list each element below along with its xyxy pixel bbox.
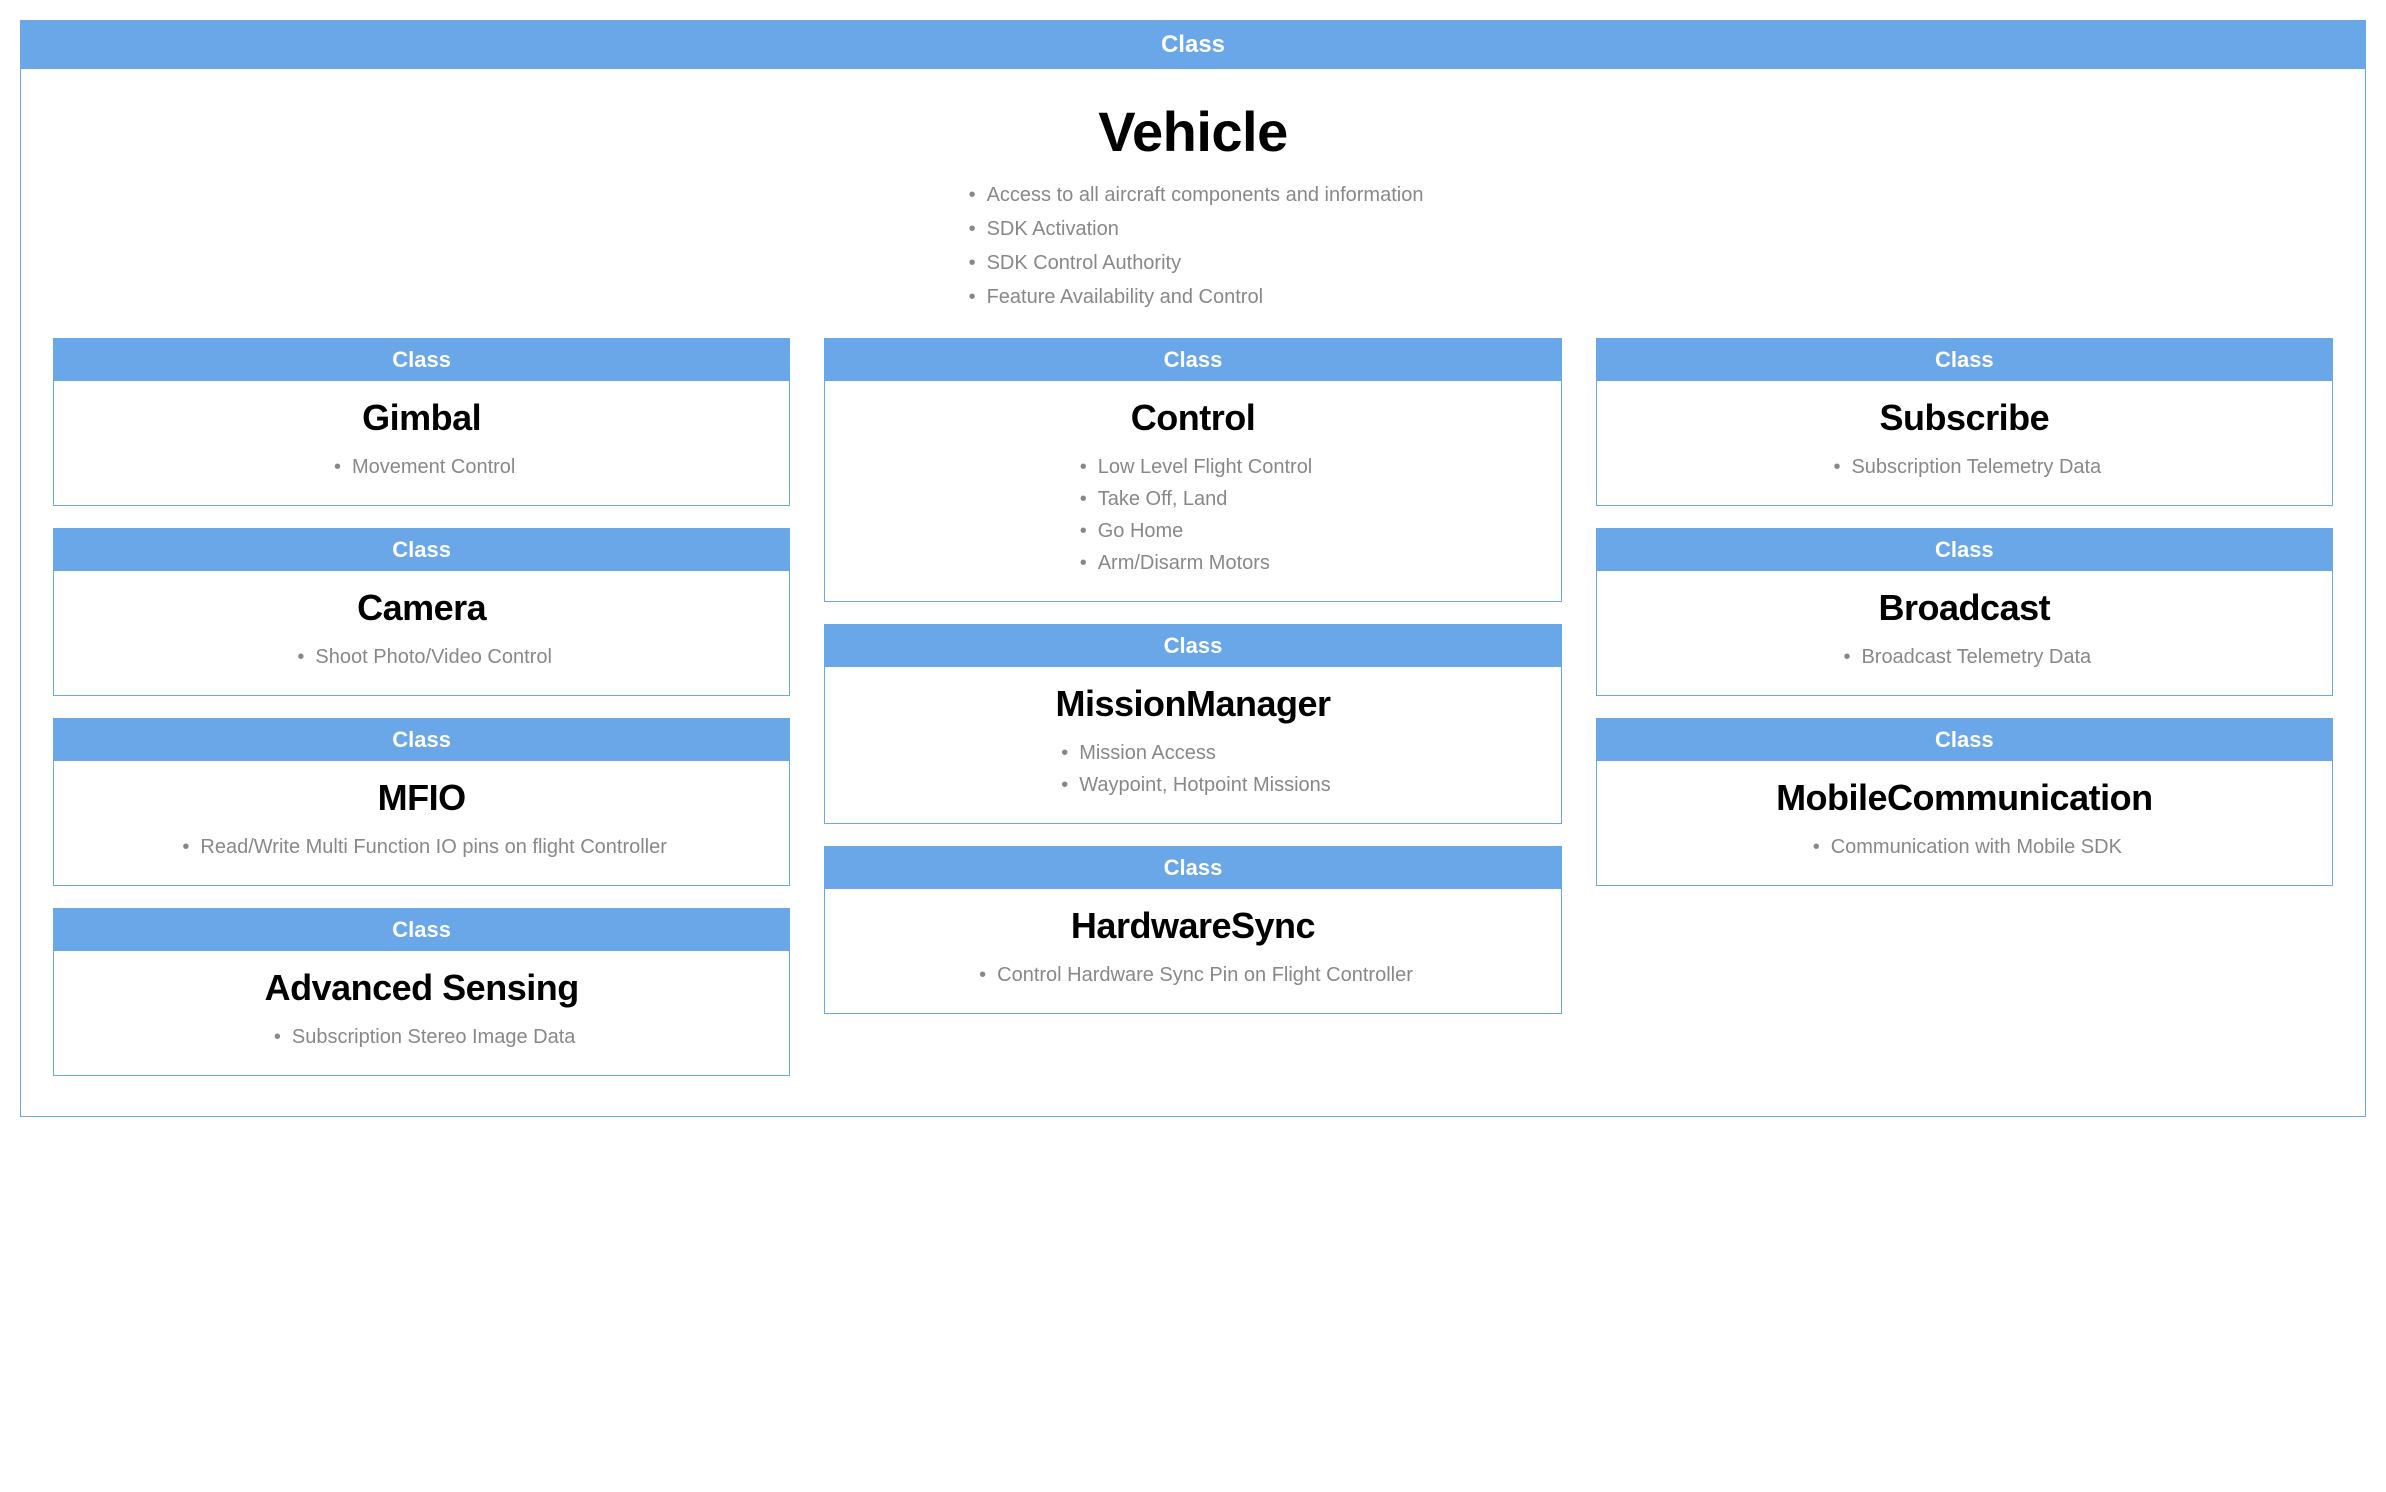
column-left: Class Gimbal Movement Control Class Came…: [53, 338, 790, 1076]
card-title: Broadcast: [1617, 587, 2312, 629]
card-title: MFIO: [74, 777, 769, 819]
vehicle-bullet: Access to all aircraft components and in…: [963, 178, 1424, 212]
vehicle-title: Vehicle: [21, 99, 2365, 164]
card-label: Class: [825, 339, 1560, 381]
card-bullet: Read/Write Multi Function IO pins on fli…: [176, 831, 667, 863]
card-title: Subscribe: [1617, 397, 2312, 439]
card-title: MissionManager: [845, 683, 1540, 725]
card-bullet: Communication with Mobile SDK: [1807, 831, 2122, 863]
outer-class-label: Class: [21, 21, 2365, 69]
vehicle-section: Vehicle Access to all aircraft component…: [21, 69, 2365, 338]
card-label: Class: [54, 719, 789, 761]
card-bullet: Shoot Photo/Video Control: [291, 641, 551, 673]
card-bullet: Low Level Flight Control: [1074, 451, 1313, 483]
card-label: Class: [1597, 339, 2332, 381]
card-missionmanager: Class MissionManager Mission Access Wayp…: [824, 624, 1561, 824]
card-label: Class: [825, 625, 1560, 667]
vehicle-bullet: Feature Availability and Control: [963, 280, 1424, 314]
card-bullet: Waypoint, Hotpoint Missions: [1055, 769, 1331, 801]
vehicle-bullet: SDK Activation: [963, 212, 1424, 246]
card-hardwaresync: Class HardwareSync Control Hardware Sync…: [824, 846, 1561, 1014]
card-label: Class: [1597, 529, 2332, 571]
card-broadcast: Class Broadcast Broadcast Telemetry Data: [1596, 528, 2333, 696]
card-label: Class: [54, 909, 789, 951]
card-subscribe: Class Subscribe Subscription Telemetry D…: [1596, 338, 2333, 506]
card-title: Gimbal: [74, 397, 769, 439]
card-label: Class: [54, 339, 789, 381]
card-mfio: Class MFIO Read/Write Multi Function IO …: [53, 718, 790, 886]
card-label: Class: [1597, 719, 2332, 761]
card-label: Class: [825, 847, 1560, 889]
card-title: HardwareSync: [845, 905, 1540, 947]
card-control: Class Control Low Level Flight Control T…: [824, 338, 1561, 602]
card-bullet: Subscription Telemetry Data: [1827, 451, 2101, 483]
column-right: Class Subscribe Subscription Telemetry D…: [1596, 338, 2333, 1076]
card-bullet: Mission Access: [1055, 737, 1331, 769]
card-advanced-sensing: Class Advanced Sensing Subscription Ster…: [53, 908, 790, 1076]
card-bullet: Subscription Stereo Image Data: [268, 1021, 576, 1053]
card-bullet: Go Home: [1074, 515, 1313, 547]
card-title: Advanced Sensing: [74, 967, 769, 1009]
card-title: Control: [845, 397, 1540, 439]
column-middle: Class Control Low Level Flight Control T…: [824, 338, 1561, 1076]
card-label: Class: [54, 529, 789, 571]
vehicle-bullets: Access to all aircraft components and in…: [963, 178, 1424, 314]
card-bullet: Arm/Disarm Motors: [1074, 547, 1313, 579]
vehicle-bullet: SDK Control Authority: [963, 246, 1424, 280]
vehicle-class-diagram: Class Vehicle Access to all aircraft com…: [20, 20, 2366, 1117]
card-camera: Class Camera Shoot Photo/Video Control: [53, 528, 790, 696]
card-mobilecommunication: Class MobileCommunication Communication …: [1596, 718, 2333, 886]
card-title: Camera: [74, 587, 769, 629]
card-bullet: Take Off, Land: [1074, 483, 1313, 515]
card-bullet: Movement Control: [328, 451, 515, 483]
card-title: MobileCommunication: [1617, 777, 2312, 819]
card-bullet: Broadcast Telemetry Data: [1837, 641, 2091, 673]
card-bullet: Control Hardware Sync Pin on Flight Cont…: [973, 959, 1413, 991]
columns-container: Class Gimbal Movement Control Class Came…: [21, 338, 2365, 1116]
card-gimbal: Class Gimbal Movement Control: [53, 338, 790, 506]
